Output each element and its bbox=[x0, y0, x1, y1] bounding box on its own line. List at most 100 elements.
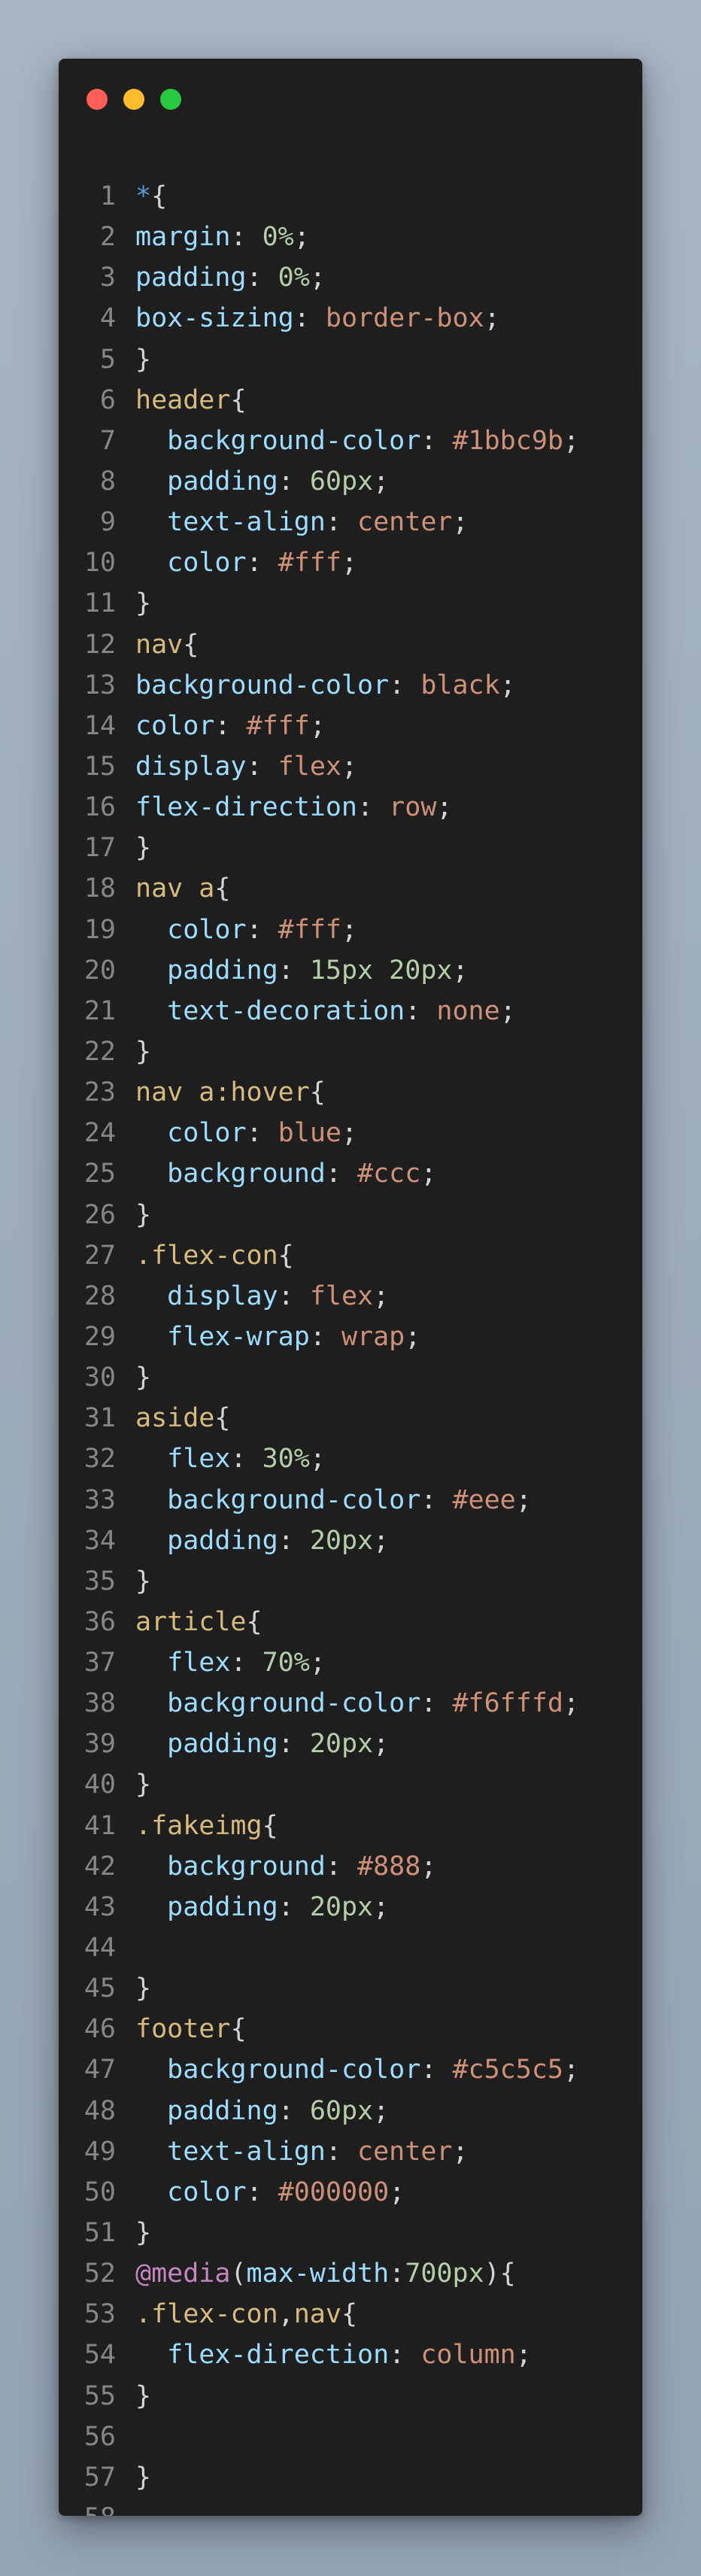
code-token: } bbox=[135, 833, 152, 864]
code-token: color bbox=[135, 710, 215, 741]
code-token: #fff bbox=[278, 548, 341, 579]
code-line: 14 color: #fff; bbox=[59, 706, 642, 746]
code-token: * bbox=[135, 181, 152, 211]
code-text: } bbox=[135, 1031, 151, 1072]
code-line: 22} bbox=[59, 1031, 642, 1072]
line-number: 13 bbox=[83, 670, 116, 700]
code-text: flex-wrap: wrap; bbox=[135, 1317, 420, 1357]
code-line: 16 flex-direction: row; bbox=[59, 787, 642, 828]
code-token: : bbox=[278, 1525, 310, 1556]
code-line: 8 padding: 60px; bbox=[59, 461, 642, 502]
code-text: } bbox=[135, 1357, 151, 1398]
line-number: 17 bbox=[83, 833, 116, 864]
code-token: background bbox=[167, 1159, 326, 1189]
code-text: } bbox=[135, 2376, 151, 2417]
code-token: { bbox=[151, 181, 168, 211]
code-line: 44 bbox=[59, 1927, 642, 1968]
code-token: text-align bbox=[167, 2136, 326, 2167]
code-text: padding: 0%; bbox=[135, 257, 326, 298]
maximize-button[interactable] bbox=[160, 89, 181, 110]
code-token: : bbox=[230, 222, 262, 253]
code-token: ; bbox=[484, 303, 500, 334]
line-number: 54 bbox=[83, 2340, 116, 2371]
code-line: 23 nav a:hover{ bbox=[59, 1072, 642, 1113]
code-token: background-color bbox=[167, 1484, 421, 1515]
code-token: ; bbox=[293, 222, 310, 253]
code-text: background-color: #1bbc9b; bbox=[135, 421, 579, 461]
line-number: 55 bbox=[83, 2380, 116, 2411]
code-token: : bbox=[389, 670, 421, 700]
line-number: 19 bbox=[83, 914, 116, 945]
code-token: : bbox=[420, 1484, 453, 1515]
code-token: ; bbox=[499, 670, 516, 700]
code-token: flex-direction bbox=[135, 792, 358, 823]
code-token: } bbox=[135, 1362, 152, 1393]
code-token: { bbox=[214, 1403, 231, 1434]
code-text: padding: 60px; bbox=[135, 461, 389, 502]
code-text: nav a:hover{ bbox=[135, 1072, 326, 1113]
line-number: 8 bbox=[99, 466, 116, 497]
line-number: 4 bbox=[99, 303, 116, 334]
code-text: article{ bbox=[135, 1602, 262, 1642]
code-token: #f6fffd bbox=[452, 1688, 563, 1719]
code-token: 60px bbox=[309, 2095, 374, 2126]
code-token: } bbox=[135, 1199, 152, 1230]
code-token: } bbox=[135, 588, 152, 619]
code-token: ; bbox=[373, 1280, 390, 1311]
code-token: black bbox=[420, 670, 500, 700]
code-text: background-color: #eee; bbox=[135, 1480, 532, 1520]
code-token: : bbox=[278, 1729, 310, 1760]
code-token: #fff bbox=[278, 914, 341, 945]
code-token: #ccc bbox=[357, 1159, 421, 1189]
code-token: ; bbox=[436, 792, 453, 823]
line-number: 46 bbox=[83, 2014, 116, 2045]
code-line: 27 .flex-con{ bbox=[59, 1235, 642, 1276]
code-token: : bbox=[357, 792, 390, 823]
code-token: : bbox=[246, 263, 278, 293]
code-token: ; bbox=[373, 1729, 390, 1760]
code-token: background-color bbox=[167, 425, 421, 456]
line-number: 37 bbox=[83, 1648, 116, 1678]
code-text: box-sizing: border-box; bbox=[135, 298, 500, 339]
code-token: ; bbox=[515, 1484, 532, 1515]
code-line: 31 aside{ bbox=[59, 1398, 642, 1438]
code-text: background: #ccc; bbox=[135, 1153, 436, 1194]
line-number: 51 bbox=[83, 2218, 116, 2249]
code-token: { bbox=[262, 1810, 278, 1841]
code-token: 20px bbox=[309, 1729, 374, 1760]
code-line: 4 box-sizing: border-box; bbox=[59, 298, 642, 339]
code-line: 48 padding: 60px; bbox=[59, 2091, 642, 2131]
line-number: 45 bbox=[83, 1973, 116, 2004]
code-token: flex-direction bbox=[167, 2340, 390, 2371]
line-number: 6 bbox=[99, 384, 116, 415]
code-line: 57} bbox=[59, 2457, 642, 2498]
line-number: 11 bbox=[83, 588, 116, 619]
code-line: 43 padding: 20px; bbox=[59, 1887, 642, 1927]
code-token: margin bbox=[135, 222, 231, 253]
code-token: : bbox=[246, 548, 278, 579]
code-text: footer{ bbox=[135, 2009, 247, 2049]
code-text: nav a{ bbox=[135, 868, 230, 909]
code-token: : bbox=[325, 2136, 358, 2167]
close-button[interactable] bbox=[86, 89, 108, 110]
code-line: 26} bbox=[59, 1195, 642, 1235]
minimize-button[interactable] bbox=[123, 89, 144, 110]
code-token: { bbox=[183, 629, 199, 660]
code-text: } bbox=[135, 1195, 151, 1235]
code-token: ){ bbox=[484, 2259, 516, 2289]
code-text: } bbox=[135, 339, 151, 380]
code-token: ; bbox=[452, 2136, 469, 2167]
code-text: text-decoration: none; bbox=[135, 991, 516, 1031]
code-token: } bbox=[135, 344, 152, 375]
code-token: nav a:hover bbox=[135, 1077, 310, 1108]
code-token: : bbox=[246, 1118, 278, 1149]
code-token: padding bbox=[135, 263, 247, 293]
code-token: #888 bbox=[357, 1851, 421, 1882]
code-text: padding: 20px; bbox=[135, 1724, 389, 1764]
code-line: 20 padding: 15px 20px; bbox=[59, 950, 642, 991]
line-number: 34 bbox=[83, 1525, 116, 1556]
